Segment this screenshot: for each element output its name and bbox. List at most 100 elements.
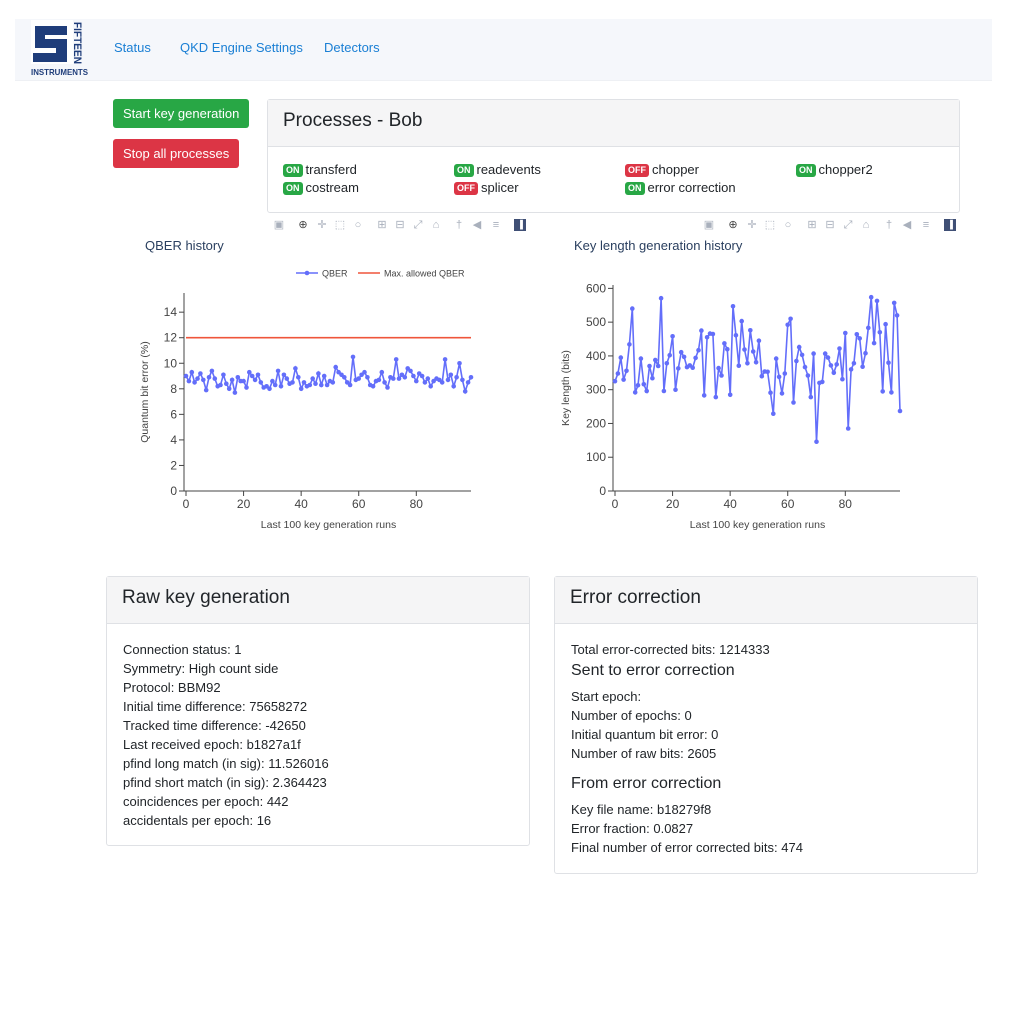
data-point[interactable] xyxy=(897,408,903,414)
data-point[interactable] xyxy=(627,342,632,347)
data-point[interactable] xyxy=(785,322,790,328)
data-point[interactable] xyxy=(249,373,255,379)
lasso-select-icon[interactable]: ○ xyxy=(782,219,794,231)
data-point[interactable] xyxy=(644,388,649,394)
data-point[interactable] xyxy=(379,369,385,375)
data-point[interactable] xyxy=(457,361,462,366)
data-point[interactable] xyxy=(281,372,287,378)
data-point[interactable] xyxy=(224,381,229,386)
data-point[interactable] xyxy=(857,336,862,341)
data-point[interactable] xyxy=(716,365,721,371)
data-point[interactable] xyxy=(814,439,819,444)
data-point[interactable] xyxy=(422,380,428,385)
data-point[interactable] xyxy=(831,370,837,376)
data-point[interactable] xyxy=(333,364,338,370)
qber-chart[interactable]: 0 20 40 60 80 0 2 4 6 8 10 12 14 Last 100 key generat… xyxy=(120,255,490,545)
data-point[interactable] xyxy=(376,377,382,383)
data-point[interactable] xyxy=(782,371,788,376)
process-status-badge[interactable]: ON xyxy=(796,164,816,177)
data-point[interactable] xyxy=(641,382,647,387)
data-point[interactable] xyxy=(621,377,626,382)
data-point[interactable] xyxy=(848,367,854,372)
data-point[interactable] xyxy=(860,364,865,369)
data-point[interactable] xyxy=(203,387,209,393)
data-point[interactable] xyxy=(788,316,793,322)
data-point[interactable] xyxy=(301,380,307,385)
data-point[interactable] xyxy=(667,352,672,358)
data-point[interactable] xyxy=(771,411,776,416)
data-point[interactable] xyxy=(468,375,474,380)
data-point[interactable] xyxy=(258,380,264,385)
zoom-out-icon[interactable]: ⊟ xyxy=(394,219,406,231)
zoom-in-icon[interactable]: ⊞ xyxy=(376,219,388,231)
data-point[interactable] xyxy=(624,368,629,374)
data-point[interactable] xyxy=(612,378,618,384)
data-point[interactable] xyxy=(618,355,624,360)
data-point[interactable] xyxy=(894,313,900,318)
data-point[interactable] xyxy=(733,333,739,338)
camera-icon[interactable]: ▣ xyxy=(703,219,715,231)
data-point[interactable] xyxy=(863,350,868,356)
process-status-badge[interactable]: ON xyxy=(625,182,645,195)
data-point[interactable] xyxy=(615,371,621,376)
data-point[interactable] xyxy=(267,386,272,392)
data-point[interactable] xyxy=(635,383,641,388)
data-point[interactable] xyxy=(745,361,750,366)
reset-axes-icon[interactable]: ⌂ xyxy=(430,219,442,231)
data-point[interactable] xyxy=(794,358,799,364)
data-point[interactable] xyxy=(796,344,802,350)
data-point[interactable] xyxy=(198,371,203,376)
data-point[interactable] xyxy=(252,377,258,383)
data-point[interactable] xyxy=(330,380,336,385)
autoscale-icon[interactable]: ⤢ xyxy=(412,219,424,231)
data-point[interactable] xyxy=(284,376,290,381)
data-point[interactable] xyxy=(321,373,327,379)
data-point[interactable] xyxy=(201,377,206,383)
stop-all-processes-button[interactable]: Stop all processes xyxy=(113,139,240,168)
data-point[interactable] xyxy=(218,382,223,388)
data-point[interactable] xyxy=(851,361,857,366)
data-point[interactable] xyxy=(451,384,457,389)
data-point[interactable] xyxy=(681,354,687,360)
data-point[interactable] xyxy=(212,376,218,381)
process-status-badge[interactable]: OFF xyxy=(625,164,649,177)
data-point[interactable] xyxy=(293,366,298,371)
data-point[interactable] xyxy=(419,373,425,379)
data-point[interactable] xyxy=(661,388,667,394)
spike-lines-icon[interactable]: † xyxy=(883,219,895,231)
data-point[interactable] xyxy=(750,349,756,354)
zoom-icon[interactable]: ⊕ xyxy=(297,219,309,231)
data-point[interactable] xyxy=(891,300,897,306)
lasso-select-icon[interactable]: ○ xyxy=(352,219,364,231)
data-point[interactable] xyxy=(773,356,779,361)
process-status-badge[interactable]: ON xyxy=(283,182,303,195)
hover-closest-icon[interactable]: ◀ xyxy=(471,219,483,231)
data-point[interactable] xyxy=(768,390,773,395)
data-point[interactable] xyxy=(693,355,698,361)
data-point[interactable] xyxy=(699,328,704,333)
data-point[interactable] xyxy=(630,306,635,311)
data-point[interactable] xyxy=(189,369,195,375)
key-length-chart[interactable]: 0 20 40 60 80 0 100 200 300 400 500 600 Last 100 key… xyxy=(550,255,920,545)
data-point[interactable] xyxy=(244,385,249,390)
data-point[interactable] xyxy=(889,390,894,395)
data-point[interactable] xyxy=(462,389,468,394)
data-point[interactable] xyxy=(313,381,318,386)
data-point[interactable] xyxy=(710,331,716,337)
data-point[interactable] xyxy=(874,298,880,304)
data-point[interactable] xyxy=(825,355,831,360)
data-point[interactable] xyxy=(298,386,304,392)
data-point[interactable] xyxy=(883,321,888,327)
data-point[interactable] xyxy=(673,387,678,392)
data-point[interactable] xyxy=(811,351,816,356)
data-point[interactable] xyxy=(362,369,367,375)
data-point[interactable] xyxy=(722,341,727,346)
data-point[interactable] xyxy=(290,380,295,385)
data-point[interactable] xyxy=(272,382,278,388)
data-point[interactable] xyxy=(701,393,707,398)
data-point[interactable] xyxy=(408,368,413,374)
data-point[interactable] xyxy=(221,372,226,378)
spike-lines-icon[interactable]: † xyxy=(453,219,465,231)
data-point[interactable] xyxy=(696,347,701,353)
data-point[interactable] xyxy=(206,375,212,380)
